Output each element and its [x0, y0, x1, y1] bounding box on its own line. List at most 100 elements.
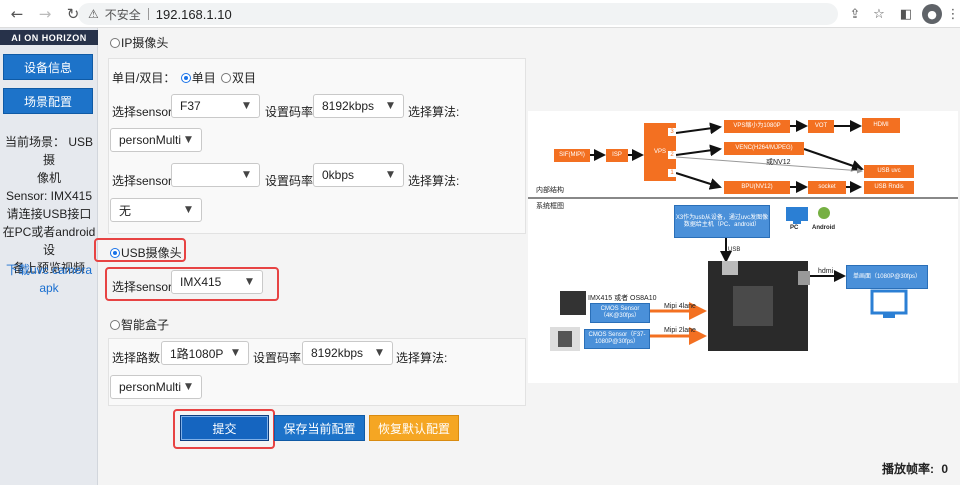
ip-camera-label: IP摄像头: [121, 36, 169, 50]
select-value: 0kbps: [322, 168, 355, 182]
mipi-2lane-label: Mipi 2lane: [664, 327, 696, 334]
forward-icon[interactable]: →: [34, 3, 56, 25]
chevron-down-icon: ▼: [185, 135, 192, 145]
url-text[interactable]: 192.168.1.10: [156, 7, 232, 22]
scene-config-button[interactable]: 场景配置: [3, 88, 93, 114]
bitrate-label: 设置码率:: [265, 105, 317, 119]
algo-label: 选择算法:: [408, 105, 460, 119]
sensor-names-label: IMX415 或者 OS8A10: [588, 295, 657, 302]
select-value: 8192kbps: [311, 346, 364, 360]
ip-sensor-select-1[interactable]: F37 ▼: [171, 94, 260, 118]
download-line[interactable]: apk: [2, 279, 96, 297]
download-apk-link[interactable]: 下载uvc camera apk: [2, 261, 96, 297]
horizon-logo: AI ON HORIZON: [0, 30, 98, 45]
select-value: IMX415: [180, 275, 222, 289]
ip-sensor-select-2[interactable]: ▼: [171, 163, 260, 187]
mipi-4lane-label: Mipi 4lane: [664, 303, 696, 310]
hdmi-link-label: hdmi: [818, 268, 834, 275]
save-config-button[interactable]: 保存当前配置: [274, 415, 365, 441]
smart-box-option[interactable]: 智能盒子: [110, 316, 169, 333]
vps-port-2: 2: [668, 151, 676, 159]
usb-camera-radio[interactable]: [110, 248, 120, 258]
select-value: 8192kbps: [322, 99, 375, 113]
submit-button[interactable]: 提交: [180, 415, 269, 441]
insecure-label: 不安全: [104, 7, 141, 22]
bitrate-label: 设置码率:: [265, 174, 317, 188]
ip-bitrate-select-1[interactable]: 8192kbps ▼: [313, 94, 404, 118]
scene-line: 请连接USB接口: [6, 207, 92, 221]
mode-dual-radio[interactable]: [221, 73, 232, 83]
bookmark-star-icon[interactable]: ☆: [869, 4, 889, 24]
vps-port-3: 3: [668, 128, 676, 136]
smart-box-radio[interactable]: [110, 320, 120, 330]
profile-avatar-icon[interactable]: ●: [922, 4, 942, 24]
playback-fps: 播放帧率: 0: [882, 460, 948, 477]
hdmi-box: HDMI: [862, 118, 900, 133]
vps-scale-box: VPS缩小为1080P: [724, 120, 790, 133]
usb-label: USB: [728, 247, 741, 253]
isp-box: ISP: [606, 149, 628, 162]
main-content: IP摄像头 单目/双目： 单目 双目 选择sensor: F37 ▼ 设置码率: …: [94, 28, 960, 485]
chevron-down-icon: ▼: [243, 101, 250, 111]
cmos-sensor-f37-box: CMOS Sensor（F37-1080P@30fps）: [584, 329, 650, 349]
select-value: 1路1080P: [170, 346, 224, 361]
sensor-label: 选择sensor:: [112, 174, 176, 188]
system-diagram-label: 系统框图: [536, 203, 564, 210]
socket-box: socket: [808, 181, 846, 194]
chevron-down-icon: ▼: [387, 170, 394, 180]
inner-structure-label: 内部结构: [536, 187, 564, 194]
ip-camera-option[interactable]: IP摄像头: [110, 34, 168, 51]
chevron-down-icon: ▼: [232, 348, 239, 358]
share-icon[interactable]: ⇪: [845, 4, 865, 24]
algo-label: 选择算法:: [408, 174, 460, 188]
smart-bitrate-select[interactable]: 8192kbps ▼: [302, 341, 393, 365]
pc-label: PC: [790, 225, 799, 231]
restore-default-button[interactable]: 恢复默认配置: [369, 415, 459, 441]
sidepanel-icon[interactable]: ◧: [896, 4, 916, 24]
usb-rndis-box: USB Rndis: [864, 181, 914, 194]
smart-algo-select[interactable]: personMulti ▼: [110, 375, 202, 399]
chevron-down-icon: ▼: [246, 277, 253, 287]
warning-icon: ⚠: [88, 7, 99, 21]
vps-port-1: 1: [668, 169, 676, 177]
browser-toolbar: ← → ↻ ⚠ 不安全 192.168.1.10 ⇪ ☆ ◧ ● ⋮: [0, 0, 960, 28]
select-value: F37: [180, 99, 201, 113]
menu-icon[interactable]: ⋮: [943, 4, 960, 24]
venc-box: VENC(H264/MJPEG): [724, 142, 804, 155]
sidebar: AI ON HORIZON 设备信息 场景配置 当前场景： USB摄 像机 Se…: [0, 28, 98, 485]
back-icon[interactable]: ←: [6, 3, 28, 25]
current-scene-info: 当前场景： USB摄 像机 Sensor: IMX415 请连接USB接口 在P…: [2, 133, 96, 277]
x3-description-box: X3作为usb从设备，通过uvc发图像数据给主机（PC、android）: [674, 205, 770, 238]
scene-line: 像机: [36, 171, 61, 185]
mode-row: 单目/双目： 单目 双目: [112, 69, 256, 86]
chevron-down-icon: ▼: [243, 170, 250, 180]
algo-label: 选择算法:: [396, 351, 448, 365]
ip-camera-radio[interactable]: [110, 38, 120, 48]
select-value: personMulti: [119, 133, 182, 147]
usb-camera-label: USB摄像头: [121, 246, 182, 260]
chevron-down-icon: ▼: [185, 205, 192, 215]
sensor-label: 选择sensor:: [112, 105, 176, 119]
ip-algo-select-1[interactable]: personMulti ▼: [110, 128, 202, 152]
ip-algo-select-2[interactable]: 无 ▼: [110, 198, 202, 222]
download-line[interactable]: 下载uvc camera: [2, 261, 96, 279]
mode-single-label: 单目: [191, 71, 216, 85]
divider: [147, 8, 149, 20]
system-diagram: 内部结构 系统框图 SIF(MIPI) ISP VPS 3 2 1 VPS缩小为…: [528, 111, 958, 383]
usb-camera-option[interactable]: USB摄像头: [110, 244, 182, 261]
chevron-down-icon: ▼: [376, 348, 383, 358]
nv12-or-label: 或NV12: [766, 159, 791, 166]
usb-sensor-select[interactable]: IMX415 ▼: [171, 270, 263, 294]
fps-value: 0: [941, 462, 948, 476]
select-value: personMulti: [119, 380, 182, 394]
vot-box: VOT: [808, 120, 834, 133]
address-bar[interactable]: ⚠ 不安全 192.168.1.10: [78, 3, 838, 25]
device-info-button[interactable]: 设备信息: [3, 54, 93, 80]
usb-uvc-box: USB uvc: [864, 165, 914, 178]
sif-box: SIF(MIPI): [554, 149, 590, 162]
scene-line: 当前场景： USB摄: [4, 135, 93, 167]
mode-single-radio[interactable]: [180, 73, 191, 83]
ip-bitrate-select-2[interactable]: 0kbps ▼: [313, 163, 404, 187]
channels-select[interactable]: 1路1080P ▼: [161, 341, 249, 365]
display-description-box: 单画面（1080P@30fps）: [846, 265, 928, 289]
